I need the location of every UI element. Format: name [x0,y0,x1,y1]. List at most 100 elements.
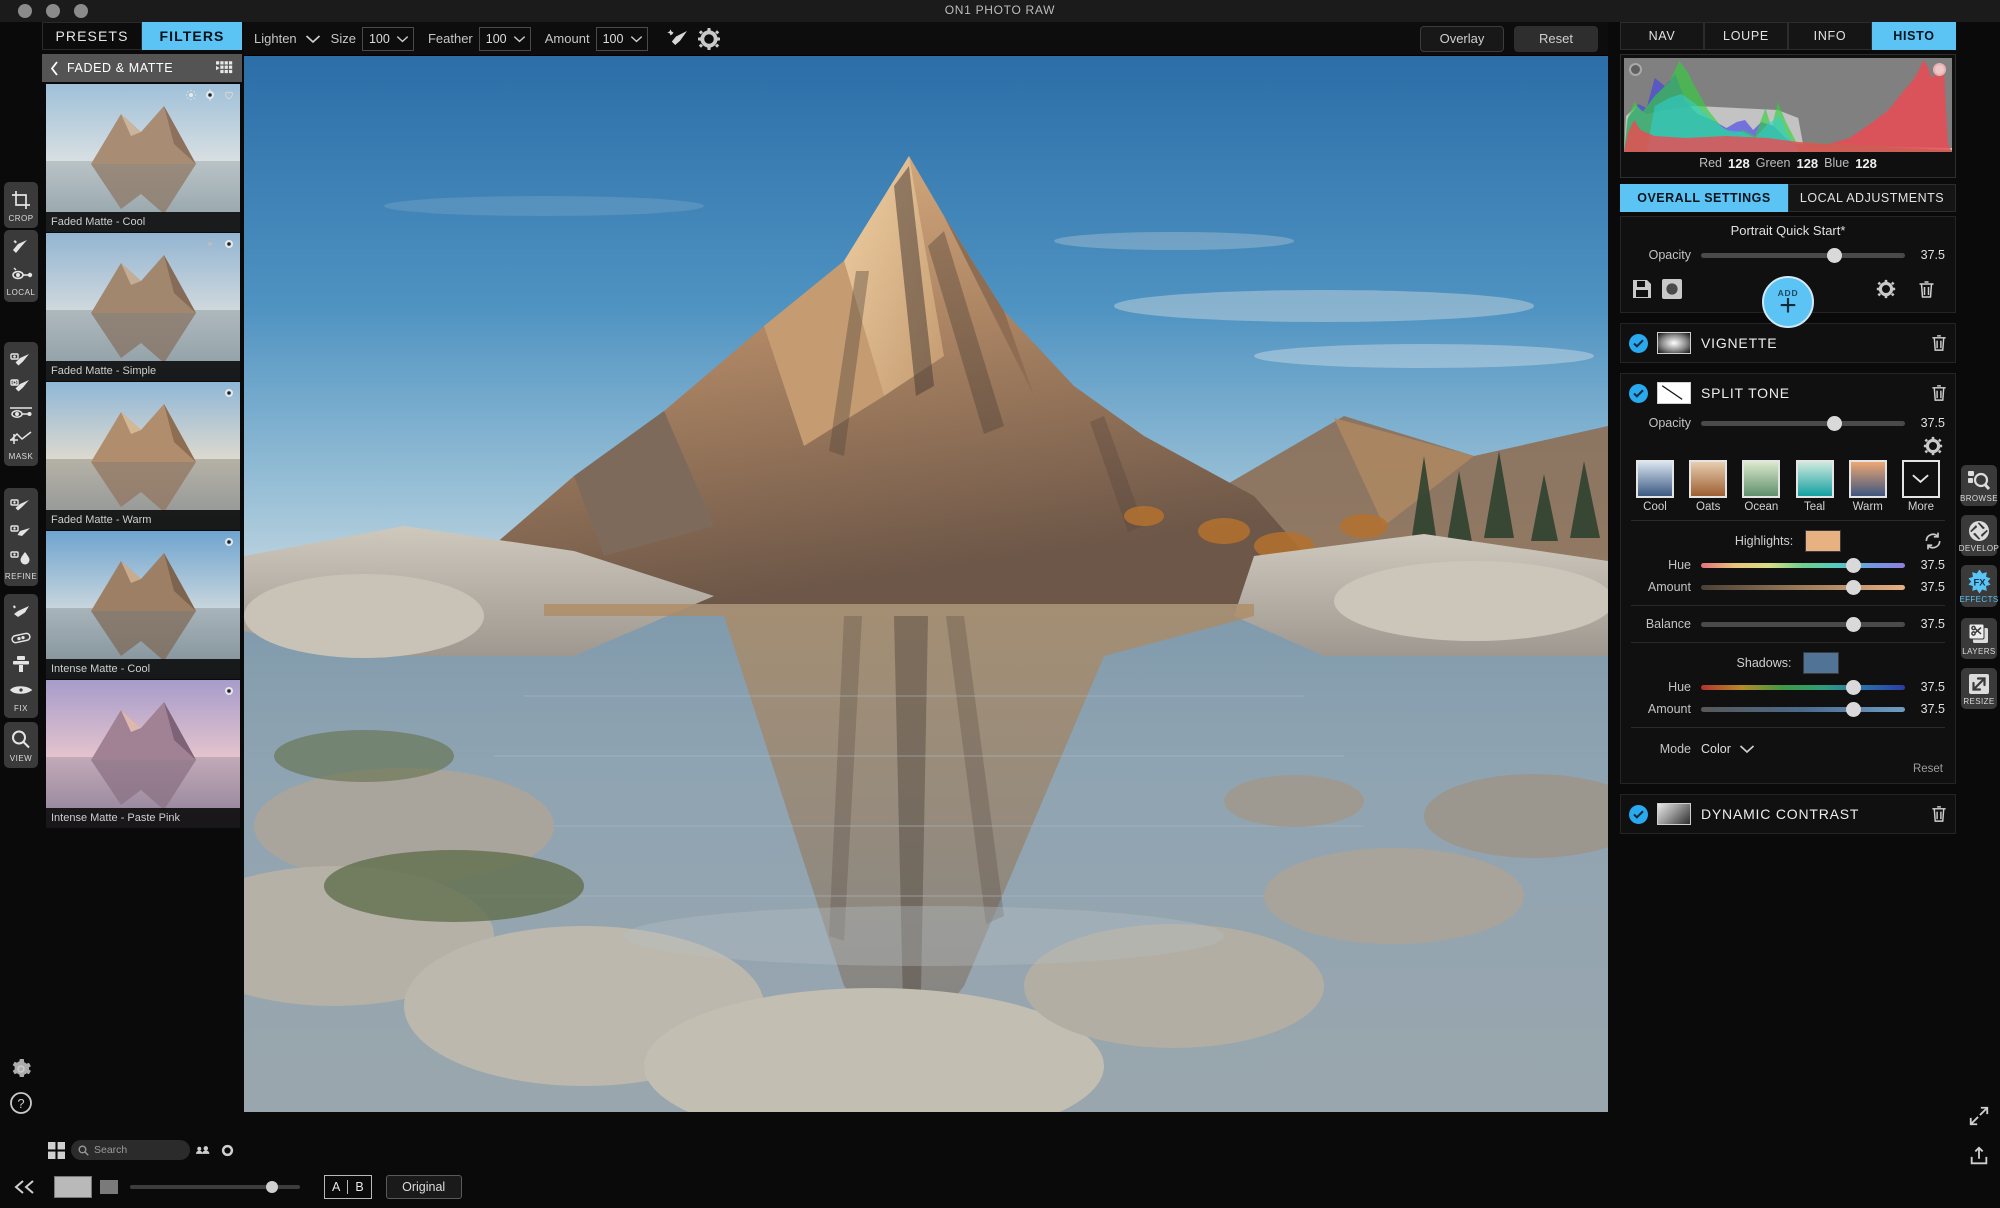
crop-icon[interactable] [8,187,34,213]
filter-header[interactable]: DYNAMIC CONTRAST [1621,795,1955,833]
retouch-brush-icon[interactable] [8,625,34,651]
preset-swatch-oats[interactable]: Oats [1688,460,1728,513]
trash-icon[interactable] [1931,334,1947,352]
preset-badges[interactable] [222,535,236,549]
gear-icon[interactable] [219,1142,236,1159]
opacity-slider[interactable] [1701,247,1905,263]
settings-icon[interactable] [184,88,198,102]
preset-swatch-more[interactable]: More [1901,460,1941,513]
compare-ab-button[interactable]: A B [324,1175,372,1199]
trash-icon[interactable] [1915,278,1937,300]
shadows-hue-slider[interactable] [1701,679,1905,695]
gear-icon[interactable] [222,535,236,549]
tab-presets[interactable]: PRESETS [42,22,142,50]
chisel-icon[interactable] [8,425,34,451]
highlight-clipping-indicator[interactable] [1933,63,1946,76]
preset-badges[interactable] [222,684,236,698]
tab-overall-settings[interactable]: OVERALL SETTINGS [1620,184,1788,212]
preset-badges[interactable] [184,88,236,102]
filter-block-split-tone[interactable]: SPLIT TONE Opacity 37.5 Cool Oats Ocean … [1620,373,1956,784]
preset-swatch-ocean[interactable]: Ocean [1741,460,1781,513]
brush-icon[interactable] [666,26,692,52]
module-resize[interactable]: RESIZE [1961,668,1997,709]
gear-icon[interactable] [203,88,217,102]
reset-button[interactable]: Reset [1514,25,1598,52]
highlights-amount-slider[interactable] [1701,579,1905,595]
masking-bug-icon[interactable] [8,373,34,399]
tab-histo[interactable]: HISTO [1872,22,1956,50]
gear-icon[interactable] [1875,278,1897,300]
list-item[interactable]: Faded Matte - Cool [46,84,240,232]
tool-group-view[interactable]: VIEW [4,722,38,768]
filter-header[interactable]: VIGNETTE [1621,324,1955,362]
search-input[interactable]: Search [71,1140,190,1160]
module-effects[interactable]: FX EFFECTS [1959,565,1998,607]
preset-swatch-warm[interactable]: Warm [1848,460,1888,513]
add-filter-button[interactable]: ADD + [1762,276,1814,328]
trash-icon[interactable] [1931,805,1947,823]
module-layers[interactable]: LAYERS [1961,618,1997,659]
tool-group-refine[interactable]: REFINE [4,488,38,586]
split-tone-reset-link[interactable]: Reset [1631,763,1945,775]
settings-gear-icon[interactable] [4,1052,38,1086]
settings-icon[interactable] [203,237,217,251]
chevron-down-icon[interactable] [630,35,643,43]
preset-list[interactable]: Faded Matte - Cool Faded Matte - Simple … [46,84,242,884]
split-tone-opacity-slider[interactable] [1701,415,1905,431]
tab-local-adjustments[interactable]: LOCAL ADJUSTMENTS [1788,184,1956,212]
collapse-panels-button[interactable] [0,1179,50,1195]
chevron-down-icon[interactable] [1739,744,1755,754]
refine-brush-icon[interactable] [8,493,34,519]
chevron-down-icon[interactable] [305,34,321,44]
list-item[interactable]: Intense Matte - Cool [46,531,240,679]
module-develop[interactable]: DEVELOP [1959,515,1999,556]
highlights-hue-slider[interactable] [1701,557,1905,573]
grid-view-icon[interactable] [216,61,234,75]
filmstrip-thumbnail[interactable] [54,1176,92,1198]
filmstrip-thumbnail-small[interactable] [100,1180,118,1194]
tool-group-local[interactable]: LOCAL [4,230,38,302]
gear-icon[interactable] [222,237,236,251]
blur-tool-icon[interactable] [8,545,34,571]
favorite-icon[interactable] [222,88,236,102]
clone-stamp-icon[interactable] [8,651,34,677]
preset-badges[interactable] [203,237,236,251]
save-icon[interactable] [1631,278,1653,300]
chevron-down-icon[interactable] [396,35,409,43]
amount-input[interactable]: 100 [595,26,648,51]
gear-icon[interactable] [222,684,236,698]
balance-slider[interactable] [1701,616,1905,632]
adjustable-gradient-icon[interactable] [8,261,34,287]
back-chevron-icon[interactable] [50,60,59,76]
masking-brush-icon[interactable] [8,347,34,373]
gear-icon[interactable] [222,386,236,400]
tab-filters[interactable]: FILTERS [142,22,242,50]
filter-enabled-checkbox[interactable] [1629,804,1648,824]
tab-info[interactable]: INFO [1788,22,1872,50]
original-button[interactable]: Original [385,1175,462,1199]
shadows-amount-slider[interactable] [1701,701,1905,717]
mode-value[interactable]: Color [1701,742,1731,756]
preset-swatch-cool[interactable]: Cool [1635,460,1675,513]
filter-block-dynamic-contrast[interactable]: DYNAMIC CONTRAST [1620,794,1956,834]
filter-enabled-checkbox[interactable] [1629,333,1648,353]
user-group-icon[interactable] [196,1142,213,1159]
reset-highlights-icon[interactable] [1923,531,1943,551]
chisel-tool-icon[interactable] [8,519,34,545]
preset-swatch-teal[interactable]: Teal [1795,460,1835,513]
trash-icon[interactable] [1931,384,1947,402]
help-icon[interactable]: ? [4,1086,38,1120]
perfect-eraser-icon[interactable] [8,599,34,625]
thumbnail-size-slider[interactable] [130,1181,300,1193]
filter-header[interactable]: SPLIT TONE [1621,374,1955,412]
feather-input[interactable]: 100 [478,26,531,51]
gradient-mask-icon[interactable] [8,399,34,425]
image-canvas[interactable] [244,56,1608,1112]
highlights-color-swatch[interactable] [1805,530,1842,552]
list-item[interactable]: Intense Matte - Paste Pink [46,680,240,828]
overlay-button[interactable]: Overlay [1420,25,1504,52]
tool-group-crop[interactable]: CROP [4,182,38,228]
list-item[interactable]: Faded Matte - Warm [46,382,240,530]
grid-toggle-icon[interactable] [48,1141,65,1159]
filter-enabled-checkbox[interactable] [1629,383,1648,403]
